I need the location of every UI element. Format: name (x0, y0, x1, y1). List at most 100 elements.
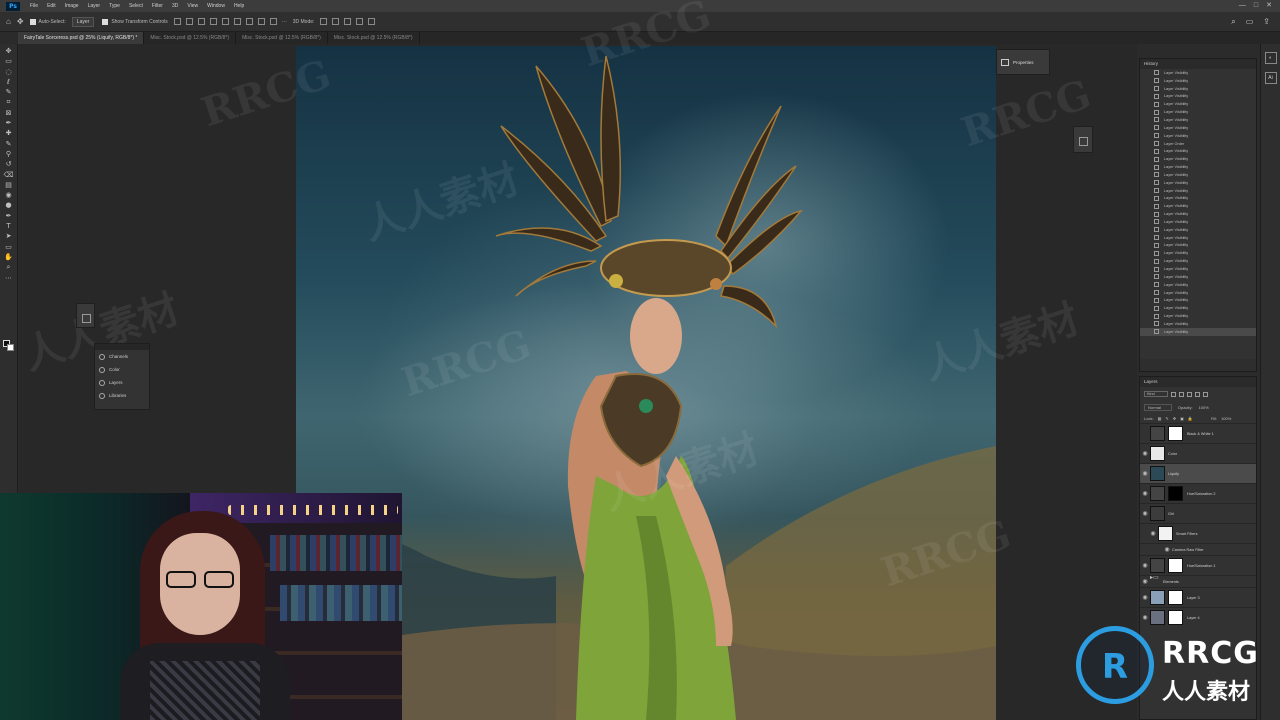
background-color-swatch[interactable] (7, 344, 14, 351)
history-item[interactable]: Layer Visibility (1140, 69, 1256, 77)
marquee-icon[interactable]: ◌ (4, 68, 14, 76)
show-transform-checkbox[interactable] (102, 18, 109, 25)
panel-item-libraries[interactable]: Libraries (95, 389, 149, 402)
history-item[interactable]: Layer Visibility (1140, 296, 1256, 304)
crop-icon[interactable]: ⌗ (4, 99, 14, 106)
collapsed-panel[interactable] (76, 303, 95, 328)
history-item[interactable]: Layer Visibility (1140, 234, 1256, 242)
adjustments-icon[interactable]: ◐ (1264, 52, 1277, 64)
distribute-v-icon[interactable] (269, 18, 277, 25)
layer-row[interactable]: ◉ Camera Raw Filter (1140, 543, 1256, 555)
lock-all-icon[interactable]: 🔒 (1188, 416, 1193, 421)
scale-3d-icon[interactable] (368, 18, 376, 25)
type-icon[interactable]: T (4, 223, 14, 230)
move-tool-icon[interactable]: ✥ (17, 17, 24, 26)
menu-type[interactable]: Type (109, 3, 120, 9)
visibility-eye-icon[interactable]: ◉ (1140, 470, 1150, 477)
history-item[interactable]: Layer Visibility (1140, 202, 1256, 210)
gradient-icon[interactable]: ▤ (4, 181, 14, 189)
history-item[interactable]: Layer Visibility (1140, 210, 1256, 218)
filter-shape-icon[interactable] (1195, 391, 1200, 397)
history-item[interactable]: Layer Visibility (1140, 257, 1256, 265)
artboard-icon[interactable]: ▭ (4, 58, 14, 65)
history-item[interactable]: Layer Visibility (1140, 77, 1256, 85)
align-middle-icon[interactable] (221, 18, 229, 25)
eraser-icon[interactable]: ⌫ (4, 171, 14, 179)
hand-icon[interactable]: ✋ (4, 253, 14, 261)
tab-misc-stock-2[interactable]: Misc. Stock.psd @ 12.5% (RGB/8*) (236, 32, 328, 44)
filter-pixel-icon[interactable] (1171, 391, 1176, 397)
panel-item-layers[interactable]: Layers (95, 376, 149, 389)
align-left-icon[interactable] (173, 18, 181, 25)
menu-help[interactable]: Help (234, 3, 244, 9)
visibility-eye-icon[interactable]: ◉ (1140, 578, 1150, 585)
history-item[interactable]: Layer Visibility (1140, 226, 1256, 234)
history-item[interactable]: Layer Visibility (1140, 108, 1256, 116)
photoshop-logo[interactable]: Ps (6, 1, 20, 11)
fill-value[interactable]: 100% (1221, 416, 1231, 421)
layer-group-row[interactable]: ◉ ▸▭ Elements (1140, 575, 1256, 587)
rectangle-icon[interactable]: ▭ (4, 243, 14, 251)
layer-mask-thumbnail[interactable] (1168, 610, 1183, 625)
lasso-icon[interactable]: ℓ (4, 78, 14, 86)
more-tools-icon[interactable]: ⋯ (4, 274, 14, 282)
visibility-eye-icon[interactable]: ◉ (1140, 562, 1150, 569)
tab-misc-stock-3[interactable]: Misc. Stock.psd @ 12.5% (RGB/8*) (328, 32, 420, 44)
lock-artboard-icon[interactable]: ▣ (1180, 416, 1184, 421)
dodge-icon[interactable]: ● (4, 202, 14, 209)
zoom-icon[interactable]: ⌕ (4, 264, 14, 271)
properties-panel-tab[interactable]: Properties (996, 49, 1050, 75)
history-title[interactable]: History (1140, 59, 1256, 69)
layer-row[interactable]: ◉ Layer 3 (1140, 587, 1256, 607)
filter-adjust-icon[interactable] (1179, 391, 1184, 397)
auto-select-target-dropdown[interactable]: Layer (71, 16, 95, 27)
filter-smart-icon[interactable] (1203, 391, 1208, 397)
history-item[interactable]: Layer Visibility (1140, 218, 1256, 226)
history-item[interactable]: Layer Visibility (1140, 124, 1256, 132)
orbit-3d-icon[interactable] (320, 18, 328, 25)
visibility-eye-icon[interactable]: ◉ (1140, 614, 1150, 621)
menu-edit[interactable]: Edit (47, 3, 56, 9)
menu-filter[interactable]: Filter (152, 3, 163, 9)
visibility-eye-icon[interactable]: ◉ (1148, 530, 1158, 537)
layer-row[interactable]: ◉ Color (1140, 443, 1256, 463)
lock-position-icon[interactable]: ✥ (1173, 416, 1176, 421)
menu-layer[interactable]: Layer (88, 3, 101, 9)
layer-mask-thumbnail[interactable] (1168, 426, 1183, 441)
history-item[interactable]: Layer Visibility (1140, 85, 1256, 93)
distribute-h-icon[interactable] (257, 18, 265, 25)
history-item[interactable]: Layer Visibility (1140, 116, 1256, 124)
layer-mask-thumbnail[interactable] (1168, 486, 1183, 501)
history-item[interactable]: Layer Visibility (1140, 100, 1256, 108)
frame-icon[interactable]: ⊠ (4, 109, 14, 117)
menu-select[interactable]: Select (129, 3, 143, 9)
lock-pixels-icon[interactable]: ▦ (1158, 416, 1162, 421)
history-item[interactable]: Layer Visibility (1140, 179, 1256, 187)
history-item[interactable]: Layer Visibility (1140, 93, 1256, 101)
pen-icon[interactable]: ✒ (4, 212, 14, 220)
history-item[interactable]: Layer Visibility (1140, 289, 1256, 297)
distribute-icon[interactable] (245, 18, 253, 25)
align-top-icon[interactable] (209, 18, 217, 25)
collapsed-brush-panel[interactable] (1073, 126, 1093, 153)
align-center-icon[interactable] (185, 18, 193, 25)
brush-icon[interactable]: ✎ (4, 140, 14, 148)
move-icon[interactable]: ✥ (4, 48, 14, 55)
history-item[interactable]: Layer Visibility (1140, 242, 1256, 250)
history-item[interactable]: Layer Visibility (1140, 327, 1256, 336)
layer-row[interactable]: ◉ Hue/Saturation 1 (1140, 555, 1256, 575)
history-item[interactable]: Layer Visibility (1140, 195, 1256, 203)
home-icon[interactable]: ⌂ (6, 17, 11, 26)
layer-row[interactable]: ◉ Smart Filters (1140, 523, 1256, 543)
history-item[interactable]: Layer Visibility (1140, 312, 1256, 320)
opacity-value[interactable]: 100% (1199, 405, 1209, 410)
menu-file[interactable]: File (30, 3, 38, 9)
menu-image[interactable]: Image (65, 3, 79, 9)
history-item[interactable]: Layer Visibility (1140, 132, 1256, 140)
layer-mask-thumbnail[interactable] (1168, 558, 1183, 573)
history-brush-icon[interactable]: ↺ (4, 161, 14, 168)
path-select-icon[interactable]: ➤ (4, 233, 14, 240)
close-button[interactable]: ✕ (1266, 2, 1272, 10)
history-item[interactable]: Layer Visibility (1140, 147, 1256, 155)
history-item[interactable]: Layer Visibility (1140, 187, 1256, 195)
